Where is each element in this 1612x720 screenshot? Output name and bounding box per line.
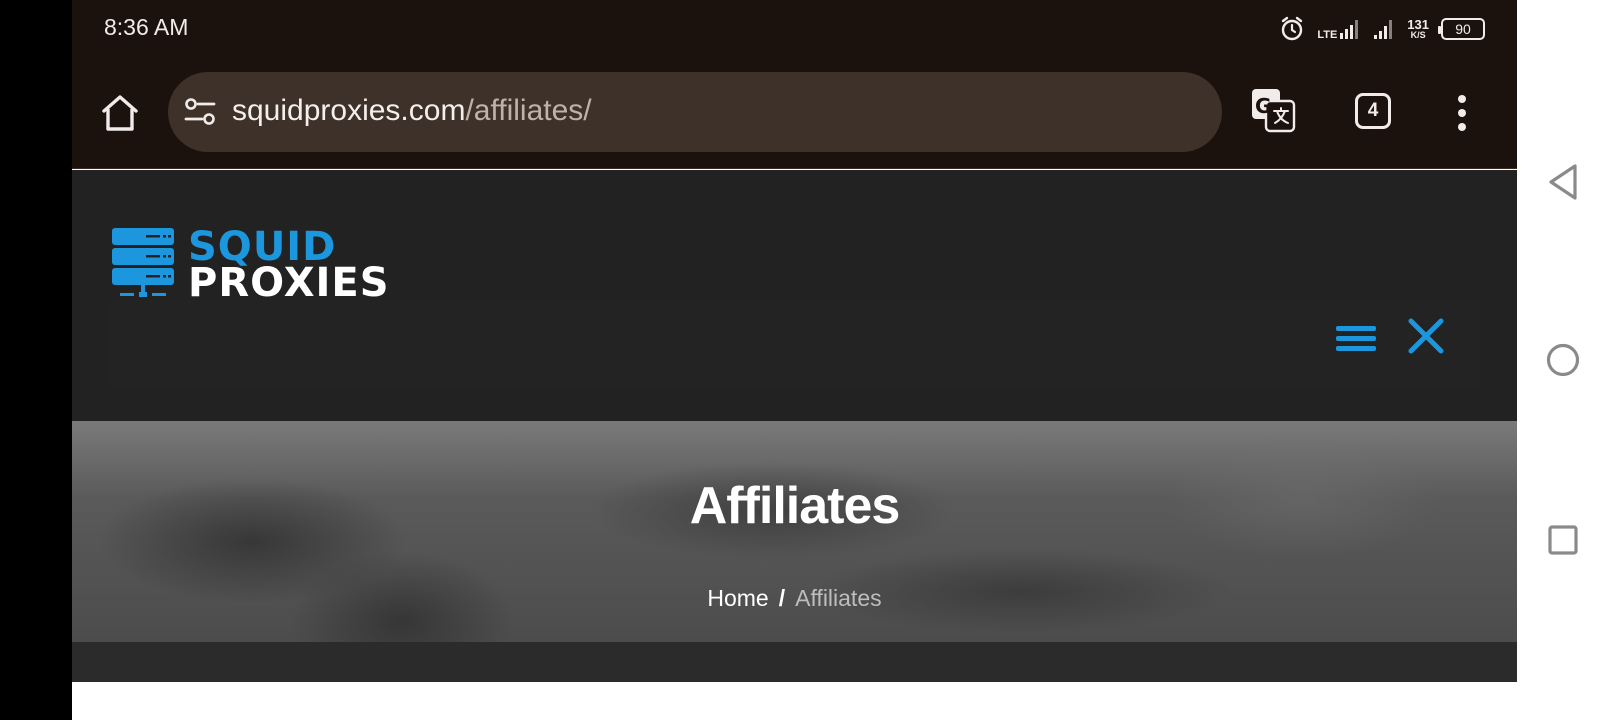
tab-switcher-button[interactable]: 4 bbox=[1355, 93, 1391, 129]
url-path: /affiliates/ bbox=[465, 94, 592, 127]
close-icon[interactable] bbox=[1406, 316, 1446, 356]
home-icon[interactable] bbox=[98, 91, 142, 135]
url-text[interactable]: squidproxies.com/affiliates/ bbox=[232, 94, 592, 128]
more-vertical-icon[interactable] bbox=[1456, 93, 1468, 133]
breadcrumb-home-link[interactable]: Home bbox=[707, 585, 768, 611]
signal-icon-2 bbox=[1374, 20, 1393, 39]
net-speed-unit: K/S bbox=[1410, 30, 1426, 40]
phone-screen: 8:36 AM LTE 131 K/S 90 squidproxies.com/… bbox=[72, 0, 1517, 720]
alarm-icon bbox=[1282, 16, 1303, 41]
page-title: Affiliates bbox=[689, 477, 901, 535]
home-circle-icon[interactable] bbox=[1546, 343, 1580, 377]
status-icons: LTE 131 K/S 90 bbox=[1279, 14, 1485, 44]
recents-icon[interactable] bbox=[1548, 525, 1578, 555]
hamburger-menu-icon[interactable] bbox=[1334, 318, 1378, 358]
battery-indicator: 90 bbox=[1438, 18, 1485, 40]
page-bottom-area bbox=[72, 682, 1517, 720]
site-logo[interactable]: SQUID PROXIES bbox=[112, 224, 432, 308]
lte-label: LTE bbox=[1317, 29, 1338, 41]
net-speed: 131 K/S bbox=[1407, 18, 1429, 40]
status-time: 8:36 AM bbox=[104, 14, 189, 40]
browser-toolbar: squidproxies.com/affiliates/ G 4 bbox=[72, 57, 1517, 169]
content-top-strip bbox=[72, 642, 1517, 682]
url-domain: squidproxies.com bbox=[232, 94, 466, 127]
battery-level: 90 bbox=[1455, 21, 1471, 37]
translate-icon[interactable]: G bbox=[1250, 87, 1298, 135]
signal-icon-1 bbox=[1340, 20, 1359, 39]
tab-count: 4 bbox=[1367, 100, 1379, 121]
status-bar: 8:36 AM LTE 131 K/S 90 bbox=[72, 0, 1517, 57]
back-icon[interactable] bbox=[1547, 162, 1579, 202]
address-bar[interactable]: squidproxies.com/affiliates/ bbox=[168, 72, 1222, 152]
system-navigation-bar bbox=[1517, 0, 1612, 720]
lte-signal: LTE bbox=[1317, 18, 1361, 41]
site-header: SQUID PROXIES bbox=[72, 170, 1517, 422]
breadcrumb: Home / Affiliates bbox=[72, 585, 1517, 612]
server-logo-icon bbox=[112, 228, 174, 297]
breadcrumb-current: Affiliates bbox=[795, 585, 882, 611]
mobile-nav-panel bbox=[110, 300, 1480, 386]
breadcrumb-separator: / bbox=[778, 585, 786, 611]
page-hero: Affiliates Home / Affiliates bbox=[72, 421, 1517, 642]
svg-text:G: G bbox=[1255, 94, 1271, 118]
tune-icon[interactable] bbox=[182, 94, 220, 130]
